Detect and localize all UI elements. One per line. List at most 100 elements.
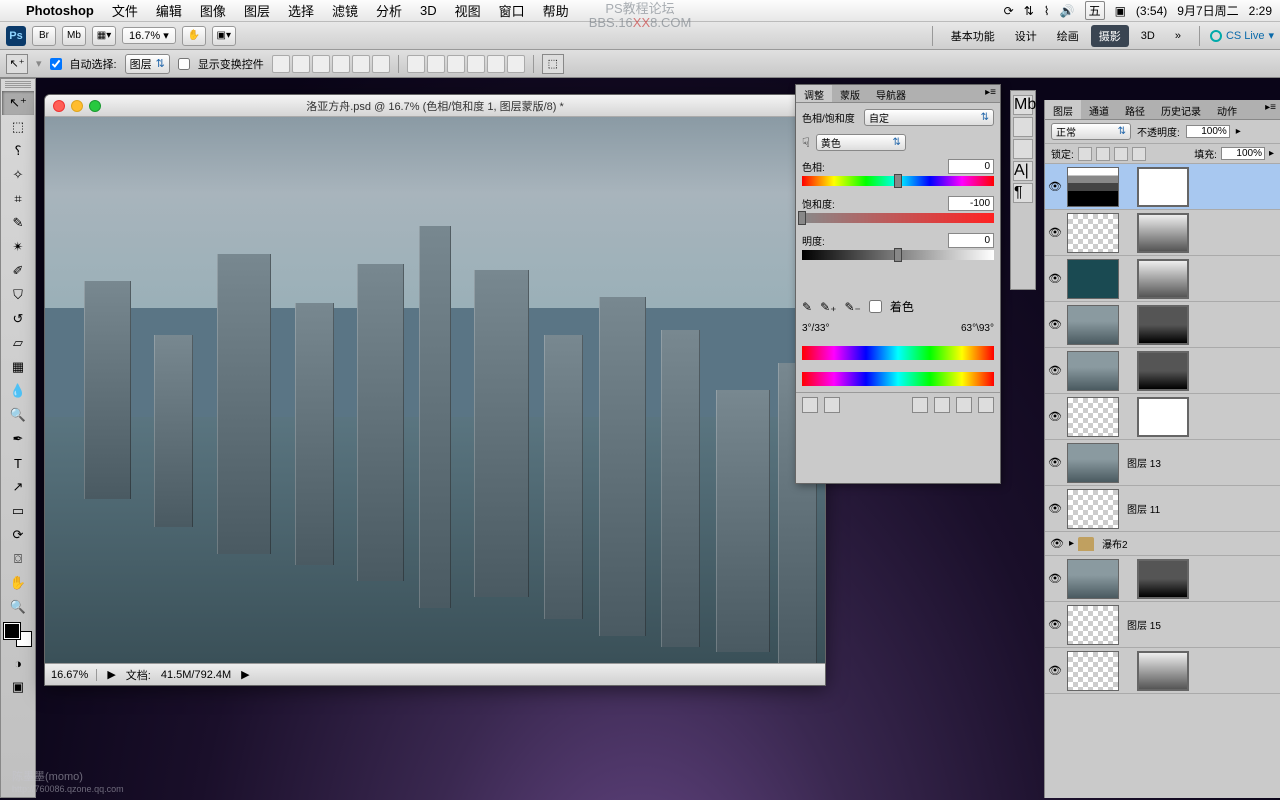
tab-channels[interactable]: 通道 bbox=[1081, 100, 1117, 119]
workspace-design[interactable]: 设计 bbox=[1007, 25, 1045, 47]
adj-eye-icon[interactable] bbox=[934, 397, 950, 413]
colorize-checkbox[interactable] bbox=[869, 300, 882, 313]
wand-tool-icon[interactable]: ✧ bbox=[2, 163, 34, 187]
visibility-icon[interactable]: 👁 bbox=[1047, 225, 1063, 241]
mask-thumbnail[interactable] bbox=[1137, 651, 1189, 691]
stamp-tool-icon[interactable]: ⛉ bbox=[2, 283, 34, 307]
brush-tool-icon[interactable]: ✐ bbox=[2, 259, 34, 283]
eraser-tool-icon[interactable]: ▱ bbox=[2, 331, 34, 355]
layer-thumbnail[interactable] bbox=[1067, 351, 1119, 391]
layer-thumbnail[interactable] bbox=[1067, 489, 1119, 529]
tab-actions[interactable]: 动作 bbox=[1209, 100, 1245, 119]
arrange-docs-button[interactable]: ▦▾ bbox=[92, 26, 116, 46]
layer-thumbnail[interactable] bbox=[1067, 651, 1119, 691]
battery-icon[interactable]: ▣ bbox=[1115, 4, 1126, 18]
pen-tool-icon[interactable]: ✒ bbox=[2, 427, 34, 451]
workspace-3d[interactable]: 3D bbox=[1133, 27, 1163, 45]
fill-input[interactable]: 100% bbox=[1221, 147, 1265, 160]
tab-paths[interactable]: 路径 bbox=[1117, 100, 1153, 119]
workspace-photography[interactable]: 摄影 bbox=[1091, 25, 1129, 47]
visibility-icon[interactable]: 👁 bbox=[1047, 617, 1063, 633]
layer-row[interactable]: 👁 bbox=[1045, 256, 1280, 302]
history-brush-icon[interactable]: ↺ bbox=[2, 307, 34, 331]
menubar-time[interactable]: 2:29 bbox=[1249, 4, 1272, 18]
layer-thumbnail[interactable] bbox=[1067, 259, 1119, 299]
distribute-buttons[interactable] bbox=[407, 55, 525, 73]
opacity-input[interactable]: 100% bbox=[1186, 125, 1230, 138]
crop-tool-icon[interactable]: ⌗ bbox=[2, 187, 34, 211]
layer-thumbnail[interactable] bbox=[1067, 443, 1119, 483]
type-tool-icon[interactable]: T bbox=[2, 451, 34, 475]
menu-3d[interactable]: 3D bbox=[420, 3, 437, 18]
visibility-icon[interactable]: 👁 bbox=[1047, 501, 1063, 517]
adjust-preset-select[interactable]: 自定⇅ bbox=[864, 109, 994, 126]
panel-tab-masks[interactable]: 蒙版 bbox=[832, 85, 868, 102]
bridge-button[interactable]: Br bbox=[32, 26, 56, 46]
healing-tool-icon[interactable]: ✴ bbox=[2, 235, 34, 259]
menu-help[interactable]: 帮助 bbox=[543, 1, 569, 20]
layer-row[interactable]: 👁图层 11 bbox=[1045, 486, 1280, 532]
window-close-icon[interactable] bbox=[53, 100, 65, 112]
layer-row[interactable]: 👁 bbox=[1045, 648, 1280, 694]
visibility-icon[interactable]: 👁 bbox=[1047, 455, 1063, 471]
saturation-slider[interactable] bbox=[802, 213, 994, 223]
eyedropper-tool-icon[interactable]: ✎ bbox=[2, 211, 34, 235]
eyedropper-icon[interactable]: ✎ bbox=[802, 300, 812, 314]
eyedropper-plus-icon[interactable]: ✎₊ bbox=[820, 300, 836, 314]
input-method[interactable]: 五 bbox=[1085, 1, 1105, 20]
auto-select-target[interactable]: 图层⇅ bbox=[125, 54, 170, 74]
3d-tool-icon[interactable]: ⟳ bbox=[2, 523, 34, 547]
lock-pos-icon[interactable] bbox=[1114, 147, 1128, 161]
shape-tool-icon[interactable]: ▭ bbox=[2, 499, 34, 523]
layer-row[interactable]: 👁 bbox=[1045, 164, 1280, 210]
panel-tab-adjust[interactable]: 调整 bbox=[796, 85, 832, 102]
sync-icon[interactable]: ⟳ bbox=[1004, 4, 1014, 18]
auto-select-checkbox[interactable] bbox=[50, 58, 62, 70]
app-name[interactable]: Photoshop bbox=[26, 3, 94, 18]
layer-name[interactable]: 瀑布2 bbox=[1098, 536, 1128, 551]
current-tool-icon[interactable]: ↖⁺ bbox=[6, 54, 28, 74]
layer-thumbnail[interactable] bbox=[1067, 305, 1119, 345]
auto-align-button[interactable]: ⬚ bbox=[542, 54, 564, 74]
mask-thumbnail[interactable] bbox=[1137, 213, 1189, 253]
color-range-bar-2[interactable] bbox=[802, 372, 994, 386]
toolbox-grip[interactable] bbox=[5, 81, 31, 89]
layer-thumbnail[interactable] bbox=[1067, 605, 1119, 645]
menu-view[interactable]: 视图 bbox=[455, 1, 481, 20]
layer-row[interactable]: 👁 bbox=[1045, 302, 1280, 348]
saturation-input[interactable] bbox=[948, 196, 994, 211]
volume-icon[interactable]: 🔊 bbox=[1060, 4, 1075, 18]
color-swatch[interactable] bbox=[4, 623, 32, 647]
hand-tool-icon[interactable]: ✋ bbox=[2, 571, 34, 595]
visibility-icon[interactable]: 👁 bbox=[1047, 409, 1063, 425]
menu-image[interactable]: 图像 bbox=[200, 1, 226, 20]
lock-pixels-icon[interactable] bbox=[1096, 147, 1110, 161]
mask-thumbnail[interactable] bbox=[1137, 351, 1189, 391]
layer-row[interactable]: 👁 bbox=[1045, 394, 1280, 440]
mask-thumbnail[interactable] bbox=[1137, 305, 1189, 345]
3dcam-tool-icon[interactable]: ⌼ bbox=[2, 547, 34, 571]
layer-row[interactable]: 👁图层 15 bbox=[1045, 602, 1280, 648]
lasso-tool-icon[interactable]: ⸮ bbox=[2, 139, 34, 163]
minibridge-button[interactable]: Mb bbox=[62, 26, 86, 46]
layer-name[interactable]: 图层 13 bbox=[1123, 455, 1161, 470]
status-zoom[interactable]: 16.67% bbox=[51, 669, 97, 681]
visibility-icon[interactable]: 👁 bbox=[1047, 363, 1063, 379]
adj-return-icon[interactable] bbox=[802, 397, 818, 413]
visibility-icon[interactable]: 👁 bbox=[1047, 179, 1063, 195]
zoom-tool-icon[interactable]: 🔍 bbox=[2, 595, 34, 619]
disclosure-icon[interactable]: ▸ bbox=[1069, 538, 1074, 549]
lock-all-icon[interactable] bbox=[1132, 147, 1146, 161]
tab-layers[interactable]: 图层 bbox=[1045, 100, 1081, 119]
move-tool-icon[interactable]: ↖⁺ bbox=[2, 91, 34, 115]
dock-info-icon[interactable] bbox=[1013, 139, 1033, 159]
lightness-slider[interactable] bbox=[802, 250, 994, 260]
menu-filter[interactable]: 滤镜 bbox=[332, 1, 358, 20]
quickmask-icon[interactable]: ◑ bbox=[2, 651, 34, 675]
visibility-icon[interactable]: 👁 bbox=[1049, 536, 1065, 552]
dock-para-icon[interactable]: ¶ bbox=[1013, 183, 1033, 203]
window-minimize-icon[interactable] bbox=[71, 100, 83, 112]
channel-hand-icon[interactable]: ☟ bbox=[802, 135, 810, 151]
show-transform-checkbox[interactable] bbox=[178, 58, 190, 70]
workspace-essentials[interactable]: 基本功能 bbox=[943, 25, 1003, 47]
